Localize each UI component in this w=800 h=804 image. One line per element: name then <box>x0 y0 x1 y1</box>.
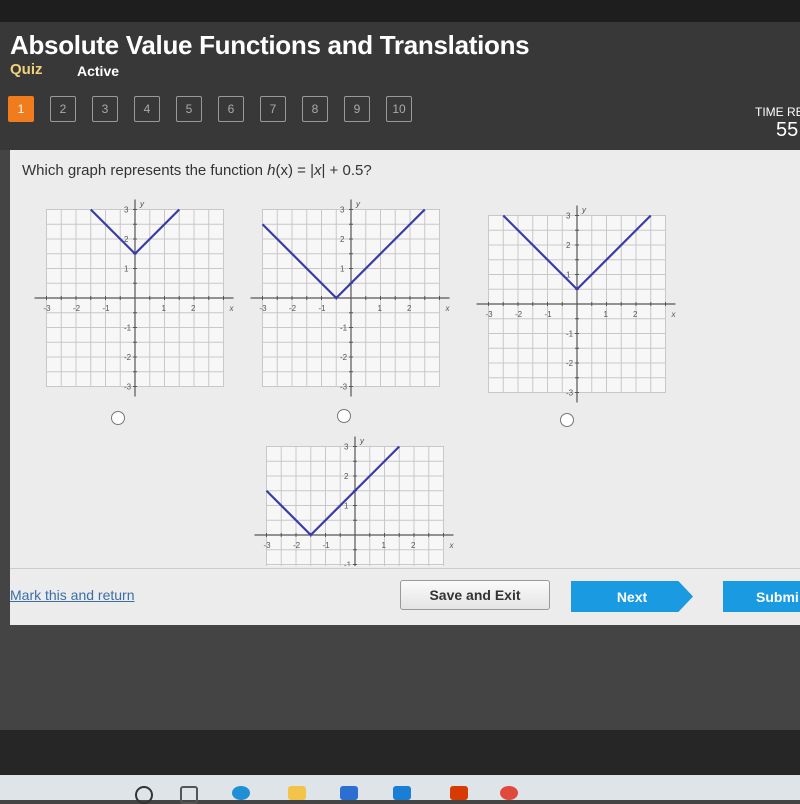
submit-button[interactable]: Submi <box>723 581 800 612</box>
y-tick-label: 3 <box>340 206 345 215</box>
y-tick-label: 2 <box>566 241 571 250</box>
x-tick-label: -1 <box>323 541 331 550</box>
mail-icon[interactable] <box>393 786 411 800</box>
graph-option-3[interactable]: -3 -2 -1 1 2321-1-2-3xy <box>462 204 682 409</box>
question-nav-9[interactable]: 9 <box>344 96 370 122</box>
quiz-header: Absolute Value Functions and Translation… <box>0 22 800 150</box>
x-tick-label: -3 <box>44 304 52 313</box>
y-tick-label: -1 <box>340 324 348 333</box>
status-label: Active <box>77 63 120 79</box>
radio-option-1[interactable] <box>111 411 125 425</box>
x-tick-label: 2 <box>407 304 412 313</box>
radio-option-2[interactable] <box>337 409 351 423</box>
question-nav-7[interactable]: 7 <box>260 96 286 122</box>
y-tick-label: 3 <box>344 443 349 452</box>
store-icon[interactable] <box>340 786 358 800</box>
x-tick-label: -2 <box>293 541 301 550</box>
x-tick-label: 2 <box>633 310 638 319</box>
y-tick-label: 1 <box>344 502 349 511</box>
x-tick-label: 1 <box>604 310 609 319</box>
y-tick-label: -1 <box>566 330 574 339</box>
y-tick-label: -2 <box>340 353 348 362</box>
screen-bezel <box>0 730 800 775</box>
question-nav-6[interactable]: 6 <box>218 96 244 122</box>
question-nav: 1 2 3 4 5 6 7 8 9 10 <box>8 96 412 122</box>
x-tick-label: 1 <box>382 541 387 550</box>
time-remaining-value: 55 <box>776 119 799 141</box>
edge-icon[interactable] <box>232 786 250 800</box>
graph-option-2[interactable]: -3 -2 -1 1 2 3 2 1 -1 -2 -3 x y <box>236 198 456 403</box>
question-prefix: Which graph represents the function <box>22 162 268 179</box>
x-axis-label: x <box>445 304 451 313</box>
quiz-label: Quiz <box>10 61 43 78</box>
question-text: Which graph represents the function h(x)… <box>22 162 372 179</box>
func-equals: = | <box>292 162 314 179</box>
x-tick-label: -2 <box>289 304 297 313</box>
x-tick-label: -1 <box>545 310 553 319</box>
graph-option-4-viewport: -3 -2 -1 1 2 3 2 1 -1 -2 -3 x y <box>240 435 460 566</box>
question-nav-3[interactable]: 3 <box>92 96 118 122</box>
y-tick-label: 3 <box>124 206 129 215</box>
graph-option-4[interactable]: -3 -2 -1 1 2321-1-2-3xy <box>240 435 460 566</box>
question-panel: Which graph represents the function h(x)… <box>10 150 800 625</box>
y-tick-label: 3 <box>566 212 571 221</box>
question-nav-1[interactable]: 1 <box>8 96 34 122</box>
y-tick-label: -3 <box>340 383 348 392</box>
taskbar <box>0 775 800 804</box>
office-icon[interactable] <box>450 786 468 800</box>
next-button[interactable]: Next <box>571 581 693 612</box>
question-nav-2[interactable]: 2 <box>50 96 76 122</box>
x-tick-label: -2 <box>73 304 81 313</box>
y-tick-label: -2 <box>566 359 574 368</box>
y-axis-label: y <box>139 200 145 209</box>
x-tick-label: -3 <box>260 304 268 313</box>
x-tick-label: 1 <box>162 304 167 313</box>
time-remaining-label: TIME RE <box>755 105 800 119</box>
x-axis-label: x <box>449 541 455 550</box>
y-axis-label: y <box>359 437 365 446</box>
y-axis-label: y <box>355 200 361 209</box>
x-tick-label: 2 <box>411 541 416 550</box>
question-nav-4[interactable]: 4 <box>134 96 160 122</box>
y-tick-label: -3 <box>566 389 574 398</box>
mark-and-return-link[interactable]: Mark this and return <box>10 587 135 603</box>
func-arg: (x) <box>275 162 293 179</box>
task-view-icon[interactable] <box>180 786 198 804</box>
x-tick-label: 2 <box>191 304 196 313</box>
x-tick-label: -2 <box>515 310 523 319</box>
page-title: Absolute Value Functions and Translation… <box>10 30 530 60</box>
func-rest: | + 0.5? <box>321 162 372 179</box>
file-explorer-icon[interactable] <box>288 786 306 800</box>
y-tick-label: 1 <box>124 265 129 274</box>
divider <box>10 568 800 569</box>
chrome-icon[interactable] <box>500 786 518 800</box>
y-tick-label: 2 <box>344 472 349 481</box>
y-tick-label: -1 <box>344 561 352 567</box>
y-axis-label: y <box>581 206 587 215</box>
radio-option-3[interactable] <box>560 413 574 427</box>
search-icon[interactable] <box>135 786 153 804</box>
y-tick-label: 1 <box>340 265 345 274</box>
top-strip <box>0 0 800 22</box>
x-tick-label: -1 <box>103 304 111 313</box>
question-nav-10[interactable]: 10 <box>386 96 412 122</box>
y-tick-label: -3 <box>124 383 132 392</box>
x-tick-label: -3 <box>264 541 272 550</box>
y-tick-label: -2 <box>124 353 132 362</box>
x-tick-label: 1 <box>378 304 383 313</box>
x-tick-label: -1 <box>319 304 327 313</box>
question-nav-8[interactable]: 8 <box>302 96 328 122</box>
x-axis-label: x <box>671 310 677 319</box>
question-nav-5[interactable]: 5 <box>176 96 202 122</box>
save-and-exit-button[interactable]: Save and Exit <box>400 580 550 610</box>
x-tick-label: -3 <box>486 310 494 319</box>
y-tick-label: 2 <box>340 235 345 244</box>
y-tick-label: -1 <box>124 324 132 333</box>
x-axis-label: x <box>229 304 235 313</box>
graph-option-1[interactable]: -3 -2 -1 1 2321-1-2-3xy <box>20 198 240 403</box>
